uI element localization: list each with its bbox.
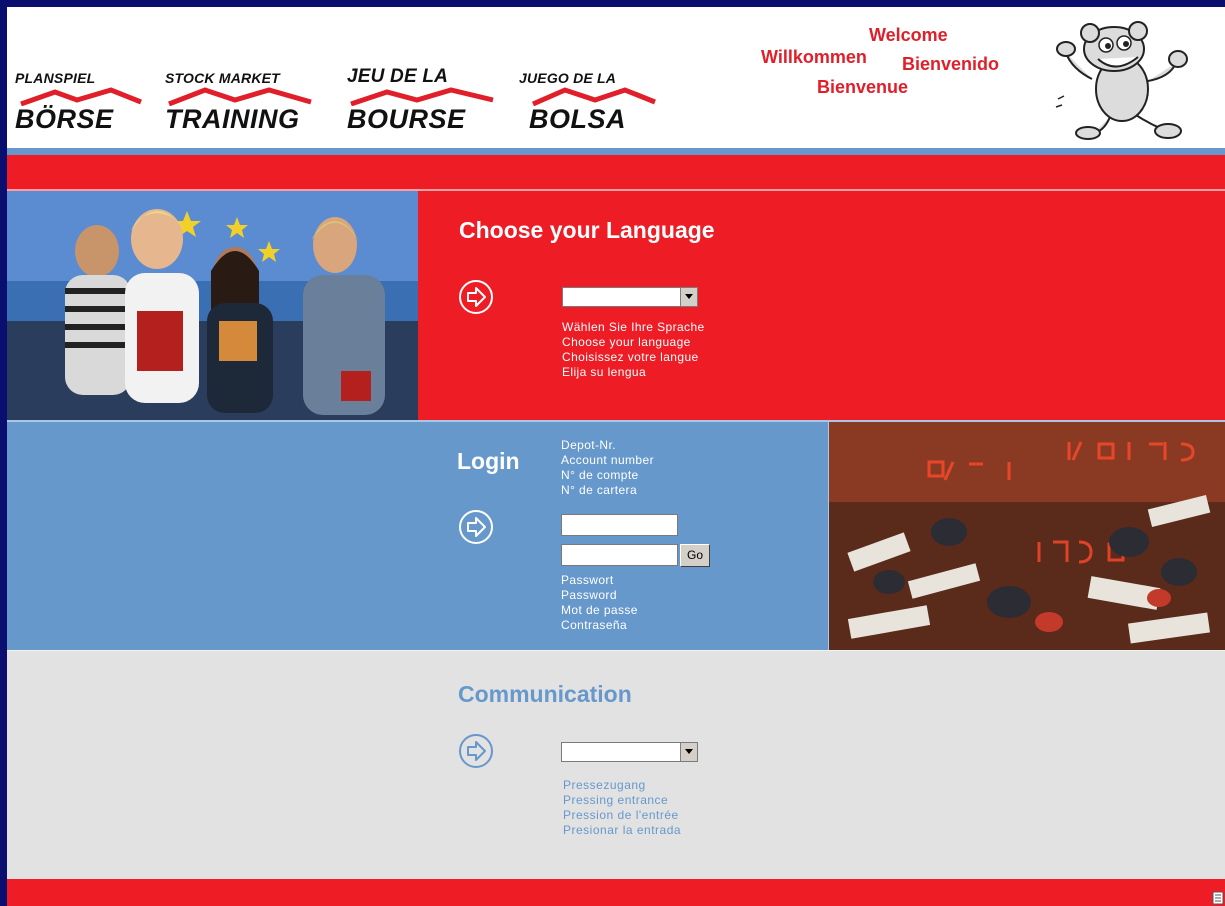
logo-bottom-text: BOURSE [347, 104, 466, 134]
welcome-spanish: Bienvenido [902, 54, 1000, 74]
footer-bar [7, 879, 1225, 906]
password-labels: Passwort Password Mot de passe Contraseñ… [561, 573, 638, 633]
arrow-right-icon[interactable] [458, 733, 494, 769]
logo-bottom-text: TRAINING [165, 104, 300, 134]
page-icon[interactable] [1212, 891, 1224, 905]
welcome-english: Welcome [869, 25, 948, 45]
communication-label: Pressing entrance [563, 793, 669, 807]
communication-labels: Pressezugang Pressing entrance Pression … [563, 778, 681, 838]
arrow-right-icon[interactable] [458, 509, 494, 545]
trading-floor-photo: ​ [828, 422, 1225, 650]
password-label: Mot de passe [561, 603, 638, 617]
communication-title: Communication [458, 681, 632, 707]
logo-top-text: JUEGO DE LA [519, 70, 617, 86]
students-photo [7, 191, 418, 420]
chevron-down-icon[interactable] [680, 743, 697, 761]
header-divider [7, 148, 1225, 155]
communication-section: Communication Pressezugang Pressing entr… [7, 650, 1225, 879]
logo-swoosh-icon [531, 87, 656, 106]
logo-top-text: JEU DE LA [347, 66, 449, 87]
password-label: Contraseña [561, 618, 628, 632]
password-input[interactable] [561, 544, 678, 566]
logo-swoosh-icon [20, 87, 142, 106]
login-section: Login Depot-Nr. Account number N° de com… [7, 420, 1225, 650]
chevron-down-icon[interactable] [680, 288, 697, 306]
communication-label: Pression de l'entrée [563, 808, 679, 822]
logo-top-text: STOCK MARKET [165, 70, 280, 86]
logo-top-text: PLANSPIEL [15, 70, 96, 86]
language-title: Choose your Language [459, 217, 715, 243]
language-select[interactable] [562, 287, 698, 307]
bear-mascot-icon [1055, 21, 1188, 140]
logo-bottom-text: BOLSA [529, 104, 626, 134]
language-prompt: Elija su lengua [562, 365, 647, 379]
go-button[interactable]: Go [680, 544, 710, 567]
logo-swoosh-icon [168, 87, 312, 106]
password-label: Password [561, 588, 617, 602]
communication-select[interactable] [561, 742, 698, 762]
communication-label: Pressezugang [563, 778, 646, 792]
logo-swoosh-icon [350, 87, 494, 106]
account-label: Account number [561, 453, 654, 467]
welcome-german: Willkommen [761, 47, 867, 67]
account-label: Depot-Nr. [561, 438, 616, 452]
account-label: N° de compte [561, 468, 639, 482]
logo-bottom-text: BÖRSE [15, 104, 114, 134]
login-title: Login [457, 448, 520, 474]
arrow-right-icon[interactable] [458, 279, 494, 315]
password-label: Passwort [561, 573, 614, 587]
header: PLANSPIEL BÖRSE STOCK MARKET TRAINING JE… [7, 7, 1225, 148]
communication-label: Presionar la entrada [563, 823, 682, 837]
language-prompt: Choisissez votre langue [562, 350, 699, 364]
language-prompts: Wählen Sie Ihre Sprache Choose your lang… [562, 320, 705, 380]
page-frame: PLANSPIEL BÖRSE STOCK MARKET TRAINING JE… [7, 7, 1225, 906]
language-prompt: Wählen Sie Ihre Sprache [562, 320, 705, 334]
account-number-input[interactable] [561, 514, 678, 536]
account-label: N° de cartera [561, 483, 638, 497]
language-section: Choose your Language Wählen Sie Ihre Spr… [7, 191, 1225, 420]
red-banner [7, 155, 1225, 189]
language-prompt: Choose your language [562, 335, 691, 349]
account-number-labels: Depot-Nr. Account number N° de compte N°… [561, 438, 654, 498]
welcome-french: Bienvenue [817, 77, 909, 97]
